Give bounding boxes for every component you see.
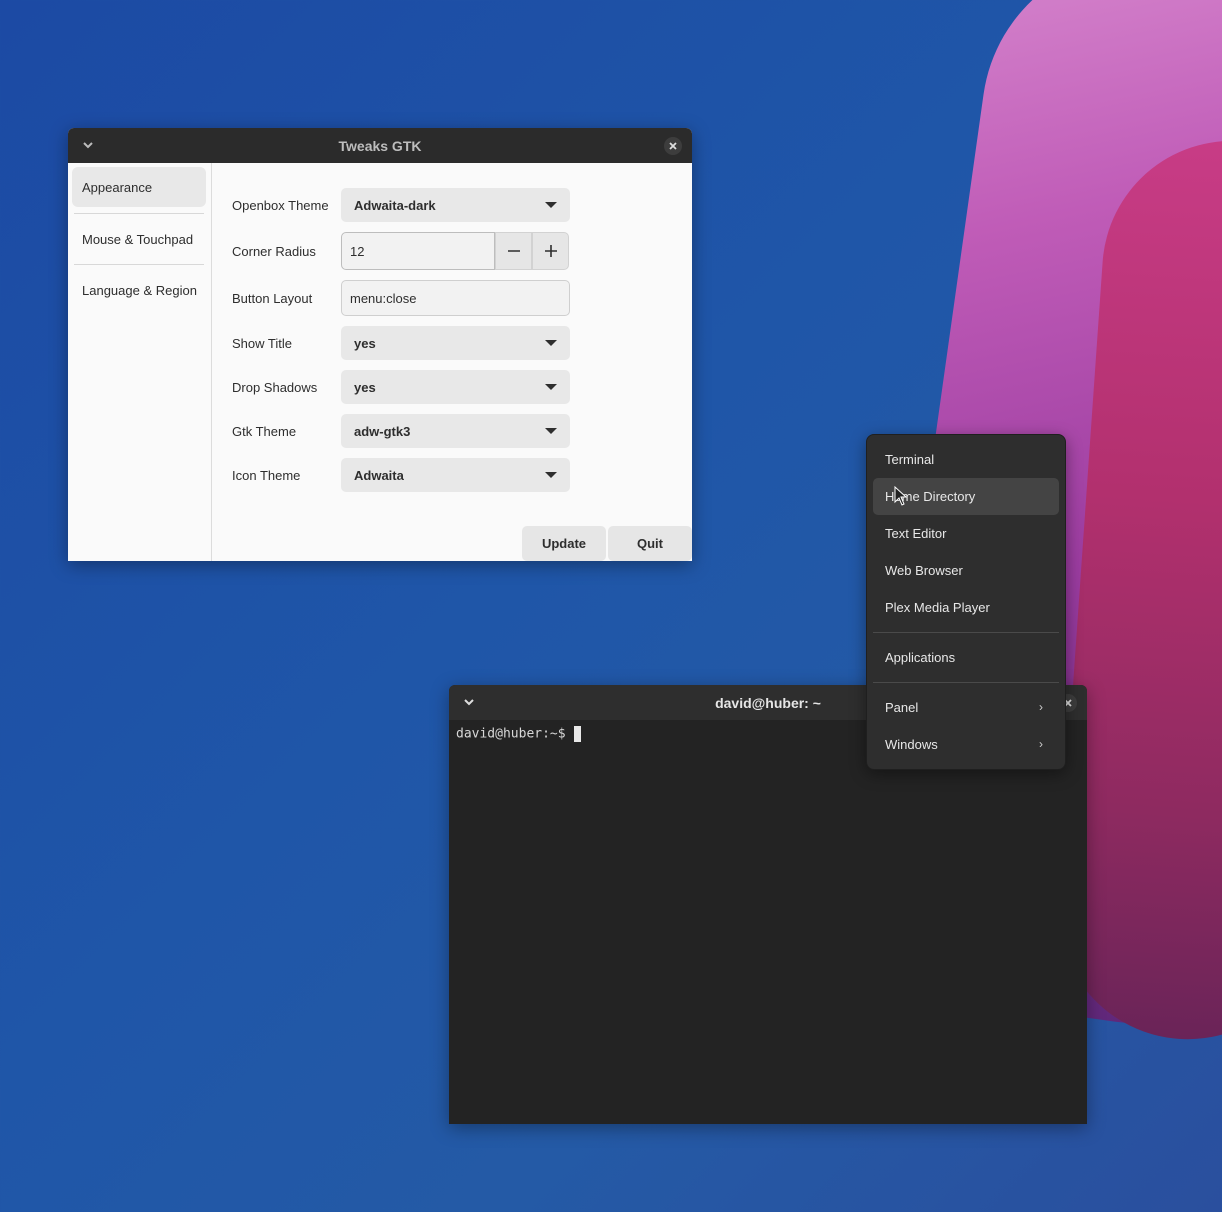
- chevron-down-icon[interactable]: [461, 694, 477, 710]
- tweaks-window: Tweaks GTK Appearance Mouse & Touchpad L…: [68, 128, 692, 561]
- sidebar-item-appearance[interactable]: Appearance: [72, 167, 206, 207]
- show-title-label: Show Title: [232, 336, 292, 351]
- icon-theme-value: Adwaita: [354, 467, 404, 483]
- menu-item-panel[interactable]: Panel ›: [873, 689, 1059, 726]
- show-title-value: yes: [354, 335, 376, 351]
- icon-theme-label: Icon Theme: [232, 468, 301, 483]
- menu-item-applications[interactable]: Applications: [873, 639, 1059, 676]
- sidebar-item-language-region[interactable]: Language & Region: [72, 270, 206, 310]
- chevron-right-icon: ›: [1039, 737, 1043, 751]
- gtk-theme-label: Gtk Theme: [232, 424, 297, 439]
- corner-radius-label: Corner Radius: [232, 244, 316, 259]
- terminal-prompt: david@huber:~$: [456, 726, 566, 742]
- gtk-theme-dropdown[interactable]: adw-gtk3: [341, 414, 570, 448]
- openbox-theme-label: Openbox Theme: [232, 198, 329, 213]
- show-title-dropdown[interactable]: yes: [341, 326, 570, 360]
- window-title: david@huber: ~: [715, 694, 821, 711]
- sidebar-item-mouse-touchpad[interactable]: Mouse & Touchpad: [72, 219, 206, 259]
- quit-button[interactable]: Quit: [608, 526, 692, 561]
- dropdown-arrow-icon: [545, 202, 557, 208]
- menu-item-text-editor[interactable]: Text Editor: [873, 515, 1059, 552]
- corner-radius-spinbutton: 12: [341, 232, 570, 270]
- drop-shadows-label: Drop Shadows: [232, 380, 318, 395]
- chevron-right-icon: ›: [1039, 700, 1043, 714]
- drop-shadows-value: yes: [354, 379, 376, 395]
- openbox-theme-dropdown[interactable]: Adwaita-dark: [341, 188, 570, 222]
- dropdown-arrow-icon: [545, 384, 557, 390]
- terminal-cursor: [574, 726, 582, 742]
- terminal-output[interactable]: david@huber:~$: [456, 726, 582, 742]
- sidebar-divider: [74, 213, 204, 214]
- menu-item-windows[interactable]: Windows ›: [873, 726, 1059, 763]
- dropdown-arrow-icon: [545, 428, 557, 434]
- button-layout-input[interactable]: menu:close: [341, 280, 570, 316]
- minus-icon[interactable]: [495, 232, 532, 270]
- corner-radius-input[interactable]: 12: [341, 232, 495, 270]
- desktop-context-menu: Terminal Home Directory Text Editor Web …: [866, 434, 1066, 770]
- sidebar: Appearance Mouse & Touchpad Language & R…: [68, 163, 212, 561]
- plus-icon[interactable]: [532, 232, 569, 270]
- dropdown-arrow-icon: [545, 472, 557, 478]
- mouse-pointer-icon: [894, 485, 908, 511]
- sidebar-divider: [74, 264, 204, 265]
- drop-shadows-dropdown[interactable]: yes: [341, 370, 570, 404]
- tweaks-titlebar[interactable]: Tweaks GTK: [68, 128, 692, 163]
- chevron-down-icon[interactable]: [80, 137, 96, 153]
- dropdown-arrow-icon: [545, 340, 557, 346]
- button-layout-label: Button Layout: [232, 291, 313, 306]
- window-title: Tweaks GTK: [338, 137, 422, 154]
- menu-item-windows-label: Windows: [885, 737, 938, 752]
- menu-item-plex-media-player[interactable]: Plex Media Player: [873, 589, 1059, 626]
- menu-item-panel-label: Panel: [885, 700, 919, 715]
- close-icon[interactable]: [664, 137, 682, 155]
- menu-separator: [873, 682, 1059, 683]
- icon-theme-dropdown[interactable]: Adwaita: [341, 458, 570, 492]
- update-button[interactable]: Update: [522, 526, 606, 561]
- menu-separator: [873, 632, 1059, 633]
- gtk-theme-value: adw-gtk3: [354, 423, 411, 439]
- menu-item-terminal[interactable]: Terminal: [873, 441, 1059, 478]
- openbox-theme-value: Adwaita-dark: [354, 197, 436, 213]
- menu-item-web-browser[interactable]: Web Browser: [873, 552, 1059, 589]
